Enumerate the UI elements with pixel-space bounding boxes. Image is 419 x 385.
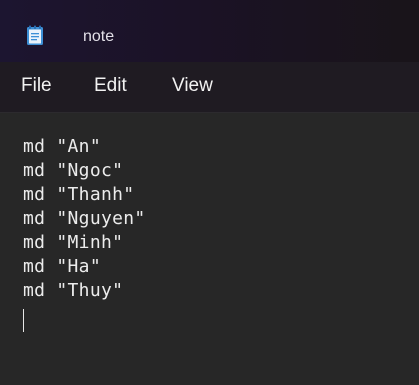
- notepad-window: note File Edit View md "An" md "Ngoc" md…: [0, 0, 419, 385]
- notepad-icon: [26, 25, 44, 46]
- menu-edit[interactable]: Edit: [94, 75, 127, 97]
- text-caret: [23, 309, 24, 332]
- text-line: md "Thuy": [23, 280, 124, 301]
- text-line: md "Minh": [23, 232, 124, 253]
- window-title: note: [83, 28, 115, 45]
- text-line: md "An": [23, 136, 101, 157]
- text-line: md "Nguyen": [23, 208, 146, 229]
- menu-file[interactable]: File: [21, 75, 52, 97]
- menu-view[interactable]: View: [172, 75, 213, 97]
- text-line: md "Ngoc": [23, 160, 124, 181]
- title-bar[interactable]: note: [0, 0, 419, 62]
- editor-text: md "An" md "Ngoc" md "Thanh" md "Nguyen"…: [23, 135, 146, 303]
- text-editor[interactable]: md "An" md "Ngoc" md "Thanh" md "Nguyen"…: [0, 113, 419, 385]
- menu-bar: File Edit View: [0, 62, 419, 113]
- text-line: md "Thanh": [23, 184, 135, 205]
- text-line: md "Ha": [23, 256, 101, 277]
